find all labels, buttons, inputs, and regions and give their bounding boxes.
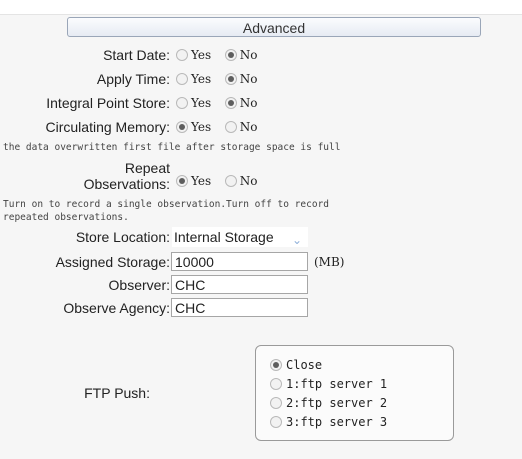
- ftp-option-server-3-label: 3:ftp server 3: [286, 415, 388, 429]
- start-date-yes-radio[interactable]: [176, 49, 188, 61]
- repeat-observations-no-label: No: [239, 174, 258, 188]
- apply-time-options: Yes No: [176, 68, 268, 90]
- circulating-memory-options: Yes No: [176, 116, 268, 138]
- circulating-memory-yes-radio[interactable]: [176, 121, 188, 133]
- assigned-storage-label: Assigned Storage:: [55, 254, 170, 270]
- start-date-yes-option[interactable]: Yes: [176, 44, 211, 66]
- observe-agency-input[interactable]: CHC: [171, 298, 308, 317]
- ftp-option-server-1-radio[interactable]: [270, 378, 282, 390]
- integral-point-store-yes-radio[interactable]: [176, 97, 188, 109]
- observe-agency-row: Observe Agency: CHC: [0, 297, 522, 319]
- store-location-value: Internal Storage: [174, 229, 274, 245]
- store-location-label: Store Location:: [75, 229, 170, 245]
- repeat-observations-label-line2: Observations:: [83, 176, 170, 192]
- ftp-option-close-radio[interactable]: [270, 359, 282, 371]
- apply-time-label: Apply Time:: [96, 71, 170, 87]
- assigned-storage-unit: (MB): [314, 255, 345, 269]
- repeat-observations-no-option[interactable]: No: [224, 170, 258, 192]
- store-location-select[interactable]: Internal Storage ⌄: [172, 227, 308, 247]
- ftp-option-close-label: Close: [286, 358, 323, 372]
- start-date-options: Yes No: [176, 44, 268, 66]
- integral-point-store-yes-label: Yes: [191, 96, 212, 110]
- apply-time-no-radio[interactable]: [224, 73, 237, 85]
- advanced-button[interactable]: Advanced: [67, 17, 481, 37]
- assigned-storage-input[interactable]: 10000: [171, 252, 308, 271]
- repeat-observations-yes-label: Yes: [191, 174, 212, 188]
- start-date-label: Start Date:: [103, 47, 170, 63]
- top-divider: [0, 0, 522, 15]
- start-date-no-option[interactable]: No: [224, 44, 258, 66]
- ftp-option-server-3-radio[interactable]: [270, 416, 282, 428]
- chevron-down-icon[interactable]: ⌄: [292, 230, 302, 250]
- observer-row: Observer: CHC: [0, 274, 522, 296]
- ftp-option-server-1-label: 1:ftp server 1: [286, 377, 388, 391]
- integral-point-store-no-label: No: [239, 96, 258, 110]
- ftp-option-server-2[interactable]: 2:ftp server 2: [270, 394, 387, 412]
- ftp-option-server-3[interactable]: 3:ftp server 3: [270, 413, 387, 431]
- repeat-observations-yes-option[interactable]: Yes: [176, 170, 211, 192]
- integral-point-store-options: Yes No: [176, 92, 268, 114]
- circulating-memory-yes-option[interactable]: Yes: [176, 116, 211, 138]
- ftp-option-server-2-label: 2:ftp server 2: [286, 396, 388, 410]
- store-location-row: Store Location: Internal Storage ⌄: [0, 226, 522, 248]
- apply-time-no-option[interactable]: No: [224, 68, 258, 90]
- repeat-observations-label-line1: Repeat: [124, 160, 170, 176]
- ftp-option-server-1[interactable]: 1:ftp server 1: [270, 375, 387, 393]
- observe-agency-label: Observe Agency:: [63, 300, 170, 316]
- start-date-no-label: No: [239, 48, 258, 62]
- start-date-no-radio[interactable]: [224, 49, 237, 61]
- integral-point-store-yes-option[interactable]: Yes: [176, 92, 211, 114]
- repeat-observations-yes-radio[interactable]: [176, 175, 188, 187]
- repeat-observations-note-line1: Turn on to record a single observation.T…: [3, 199, 330, 210]
- ftp-option-server-2-radio[interactable]: [270, 397, 282, 409]
- ftp-push-label: FTP Push:: [84, 385, 150, 401]
- apply-time-yes-radio[interactable]: [176, 73, 188, 85]
- circulating-memory-note: the data overwritten first file after st…: [3, 142, 341, 153]
- circulating-memory-no-radio[interactable]: [224, 121, 237, 133]
- integral-point-store-no-radio[interactable]: [224, 97, 237, 109]
- integral-point-store-no-option[interactable]: No: [224, 92, 258, 114]
- start-date-yes-label: Yes: [191, 48, 212, 62]
- ftp-option-close[interactable]: Close: [270, 356, 322, 374]
- circulating-memory-no-label: No: [239, 120, 258, 134]
- circulating-memory-no-option[interactable]: No: [224, 116, 258, 138]
- circulating-memory-yes-label: Yes: [191, 120, 212, 134]
- assigned-storage-row: Assigned Storage: 10000 (MB): [0, 251, 522, 273]
- repeat-observations-note-line2: repeated observations.: [3, 212, 129, 223]
- apply-time-yes-option[interactable]: Yes: [176, 68, 211, 90]
- apply-time-yes-label: Yes: [191, 72, 212, 86]
- circulating-memory-label: Circulating Memory:: [45, 119, 170, 135]
- ftp-push-options-box: Close 1:ftp server 1 2:ftp server 2 3:ft…: [255, 345, 454, 441]
- apply-time-no-label: No: [239, 72, 258, 86]
- observer-label: Observer:: [108, 277, 170, 293]
- repeat-observations-options: Yes No: [176, 170, 268, 192]
- integral-point-store-label: Integral Point Store:: [46, 95, 170, 111]
- repeat-observations-row: Repeat Observations: Yes No: [0, 158, 522, 194]
- observer-input[interactable]: CHC: [171, 275, 308, 294]
- repeat-observations-no-radio[interactable]: [224, 175, 237, 187]
